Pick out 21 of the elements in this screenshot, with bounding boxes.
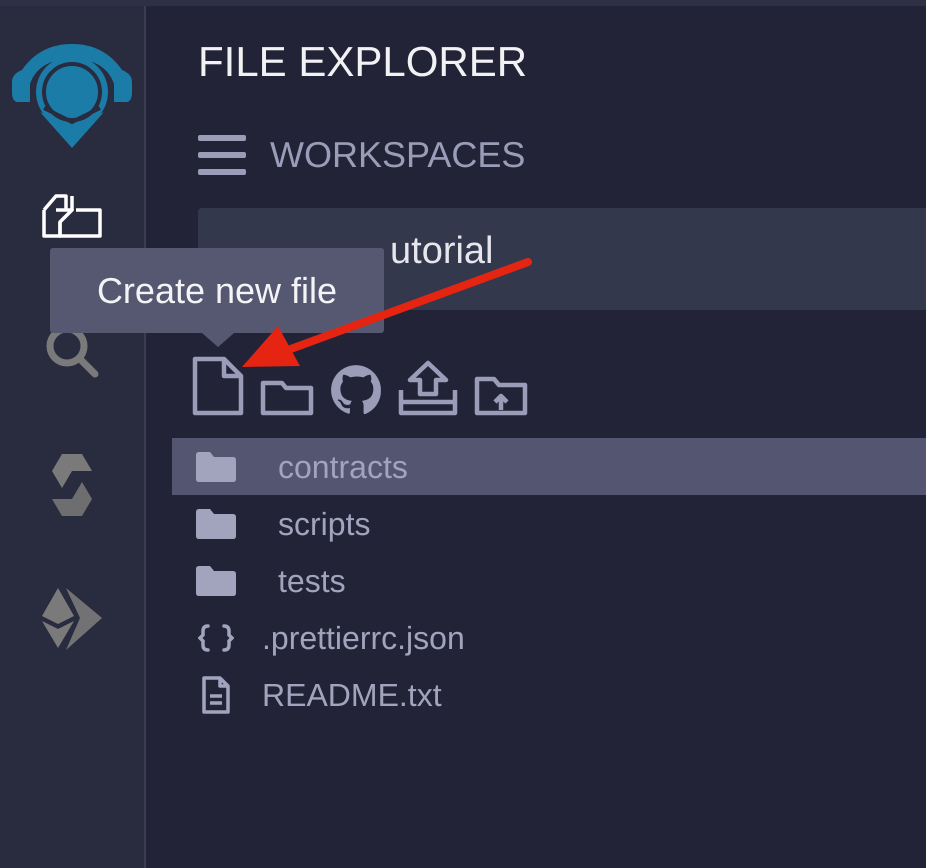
tree-item[interactable]: scripts	[172, 495, 926, 552]
tooltip-pointer-icon	[202, 333, 234, 347]
document-icon	[202, 676, 230, 714]
remix-logo-icon[interactable]	[10, 44, 134, 148]
solidity-icon[interactable]	[52, 454, 92, 516]
tree-item[interactable]: tests	[172, 552, 926, 609]
panel-title: FILE EXPLORER	[198, 37, 528, 87]
folder-icon	[196, 508, 236, 538]
folder-outline-icon[interactable]	[260, 380, 314, 416]
braces-icon	[198, 624, 234, 652]
github-icon[interactable]	[330, 364, 382, 416]
tree-item[interactable]: .prettierrc.json	[172, 609, 926, 666]
menu-icon[interactable]	[198, 135, 246, 175]
folder-icon	[196, 566, 236, 596]
folder-icon	[196, 452, 236, 482]
workspaces-label: WORKSPACES	[270, 133, 526, 177]
ethereum-icon[interactable]	[42, 588, 102, 650]
upload-tray-icon[interactable]	[398, 360, 458, 416]
new-file-icon[interactable]	[192, 356, 244, 416]
upload-folder-icon[interactable]	[474, 376, 528, 416]
tree-item[interactable]: README.txt	[172, 666, 926, 723]
